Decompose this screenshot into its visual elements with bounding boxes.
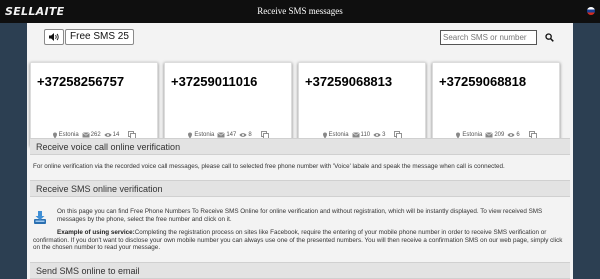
russia-flag-icon[interactable] bbox=[587, 7, 595, 15]
speaker-icon bbox=[49, 33, 59, 41]
send-section-title: Send SMS online to email bbox=[36, 266, 140, 276]
free-sms-button[interactable]: Free SMS 25 bbox=[65, 29, 134, 45]
page-title: Receive SMS messages bbox=[257, 6, 343, 16]
phone-cards: +37258256757 Estonia 262 14 +37259011016… bbox=[30, 62, 570, 146]
top-bar: SELLAITE Receive SMS messages bbox=[0, 0, 600, 23]
phone-card[interactable]: +37259068813 Estonia 110 3 bbox=[298, 62, 426, 146]
download-info-icon bbox=[34, 211, 46, 224]
search-icon bbox=[544, 32, 554, 42]
voice-section-text: For online verification via the recorded… bbox=[33, 163, 505, 170]
phone-number[interactable]: +37259068813 bbox=[305, 74, 392, 89]
phone-card[interactable]: +37259068818 Estonia 209 6 bbox=[432, 62, 560, 146]
sms-example-text: Example of using service:Completing the … bbox=[33, 229, 569, 252]
example-label: Example of using service: bbox=[57, 229, 135, 236]
phone-number[interactable]: +37258256757 bbox=[37, 74, 124, 89]
sms-intro-text: On this page you can find Free Phone Num… bbox=[57, 208, 543, 223]
sms-section-title: Receive SMS online verification bbox=[36, 184, 163, 194]
phone-number[interactable]: +37259011016 bbox=[171, 74, 257, 89]
search-input[interactable] bbox=[440, 30, 537, 45]
phone-number[interactable]: +37259068818 bbox=[439, 74, 526, 89]
phone-card[interactable]: +37258256757 Estonia 262 14 bbox=[30, 62, 158, 146]
toolbar: Free SMS 25 bbox=[27, 23, 573, 52]
send-section-header: Send SMS online to email bbox=[30, 262, 570, 279]
voice-section-header: Receive voice call online verification bbox=[30, 138, 570, 155]
voice-section-title: Receive voice call online verification bbox=[36, 142, 181, 152]
main-content: Free SMS 25 +37258256757 Estonia 262 14 … bbox=[27, 23, 573, 279]
sound-button[interactable] bbox=[44, 29, 64, 45]
search-button[interactable] bbox=[542, 30, 556, 44]
phone-card[interactable]: +37259011016 Estonia 147 8 bbox=[164, 62, 292, 146]
sms-section-header: Receive SMS online verification bbox=[30, 180, 570, 197]
